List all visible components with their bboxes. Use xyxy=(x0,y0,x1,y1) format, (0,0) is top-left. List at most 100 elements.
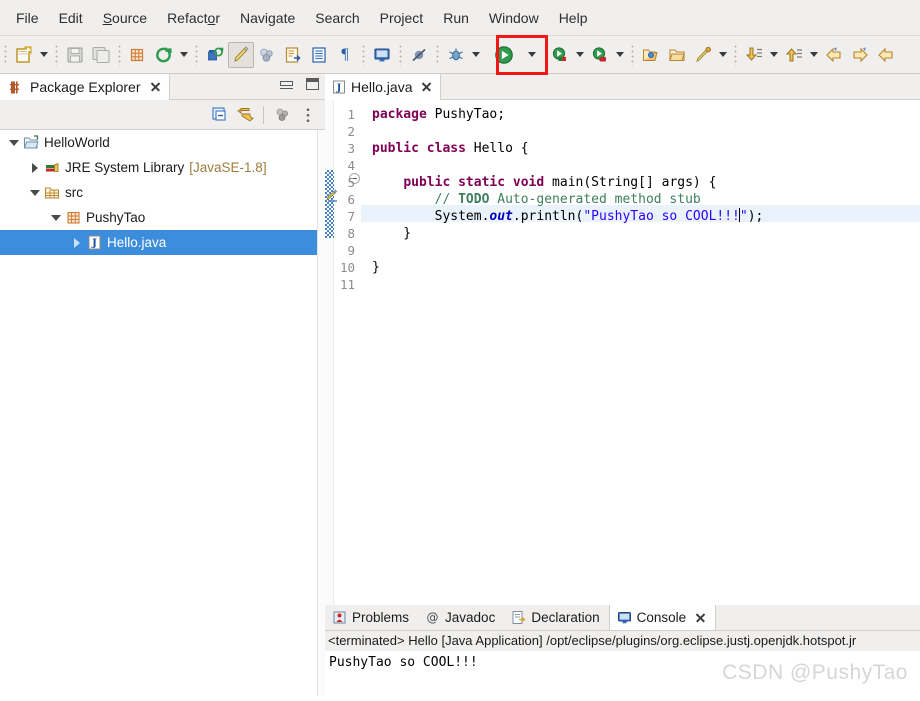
coverage-dropdown-icon[interactable] xyxy=(613,42,627,68)
new-java-project-icon[interactable] xyxy=(280,42,306,68)
remote-java-icon[interactable] xyxy=(369,42,395,68)
new-java-class-icon[interactable] xyxy=(151,42,177,68)
svg-text:J: J xyxy=(91,237,97,249)
code-text-area[interactable]: 1 package PushyTao; 2 3 public class Hello {… xyxy=(325,100,920,605)
code-line[interactable]: public static void main(String[] args) { xyxy=(372,174,716,191)
toolbar-separator xyxy=(118,43,121,66)
project-icon xyxy=(22,134,40,152)
chevron-down-icon[interactable] xyxy=(48,205,64,230)
debug-dropdown-icon[interactable] xyxy=(469,42,483,68)
open-type-icon[interactable] xyxy=(202,42,228,68)
svg-text:@: @ xyxy=(427,611,439,625)
chevron-right-icon[interactable] xyxy=(69,230,85,255)
tree-item-src[interactable]: src xyxy=(0,180,317,205)
chevron-down-icon[interactable] xyxy=(6,130,22,155)
tab-hello-java[interactable]: J Hello.java xyxy=(325,74,442,100)
menu-item-help[interactable]: Help xyxy=(549,6,598,30)
toggle-mark-occurrences-icon[interactable] xyxy=(228,41,254,68)
tree-item-hello-java[interactable]: J Hello.java xyxy=(0,230,317,255)
search-marker-icon[interactable] xyxy=(690,42,716,68)
tree-item-jre-system-library[interactable]: JRE System Library [JavaSE-1.8] xyxy=(0,155,317,180)
toolbar-separator xyxy=(631,43,634,66)
open-perspective-icon[interactable] xyxy=(638,42,664,68)
code-line[interactable]: package PushyTao; xyxy=(372,106,505,123)
line-number: 2 xyxy=(347,124,355,139)
menu-item-search[interactable]: Search xyxy=(305,6,369,30)
run-external-tools-icon[interactable] xyxy=(547,42,573,68)
chevron-down-icon[interactable] xyxy=(27,180,43,205)
close-icon[interactable] xyxy=(694,612,706,624)
code-line[interactable]: } xyxy=(372,225,411,242)
new-wizard-icon[interactable] xyxy=(11,42,37,68)
tab-declaration[interactable]: Declaration xyxy=(504,605,608,630)
code-line[interactable]: // TODO Auto-generated method stub xyxy=(372,191,701,208)
build-all-icon[interactable] xyxy=(254,42,280,68)
tab-javadoc[interactable]: @ Javadoc xyxy=(418,605,504,630)
view-overflow-icon[interactable] xyxy=(295,103,321,127)
menu-item-edit[interactable]: Edit xyxy=(49,6,93,30)
code-line[interactable]: public class Hello { xyxy=(372,140,529,157)
menu-item-file[interactable]: File xyxy=(6,6,49,30)
tab-package-explorer[interactable]: Package Explorer xyxy=(0,74,170,100)
new-java-package-icon[interactable] xyxy=(125,42,151,68)
toolbar-separator xyxy=(362,43,365,66)
line-number: 8 xyxy=(347,226,355,241)
toolbar-divider xyxy=(263,105,264,124)
minimize-icon[interactable] xyxy=(280,79,293,89)
new-java-class-dropdown-icon[interactable] xyxy=(177,42,191,68)
code-editor-view: J Hello.java 1 package PushyTao; 2 3 pub… xyxy=(325,74,920,605)
java-file-icon: J xyxy=(85,234,103,252)
view-menu-icon[interactable] xyxy=(269,103,295,127)
debug-icon[interactable] xyxy=(443,42,469,68)
pilcrow-icon[interactable]: ¶ xyxy=(332,42,358,68)
code-line[interactable]: System.out.println("PushyTao so COOL!!!"… xyxy=(372,208,763,225)
line-number: 1 xyxy=(347,107,355,122)
new-wizard-dropdown-icon[interactable] xyxy=(37,42,51,68)
last-edit-icon[interactable] xyxy=(873,42,899,68)
tab-console[interactable]: Console xyxy=(608,605,717,630)
close-icon[interactable] xyxy=(420,81,432,93)
skip-breakpoints-icon[interactable] xyxy=(406,42,432,68)
console-process-header: <terminated> Hello [Java Application] /o… xyxy=(325,631,920,651)
chevron-right-icon[interactable] xyxy=(27,155,43,180)
menu-item-source[interactable]: Source xyxy=(93,6,157,30)
save-all-icon[interactable] xyxy=(88,42,114,68)
maximize-icon[interactable] xyxy=(306,78,319,90)
tree-item-pushytao[interactable]: PushyTao xyxy=(0,205,317,230)
search-marker-dropdown-icon[interactable] xyxy=(716,42,730,68)
toolbar-separator xyxy=(195,43,198,66)
open-task-icon[interactable] xyxy=(306,42,332,68)
package-explorer-vertical-scrollbar[interactable] xyxy=(317,130,325,701)
coverage-icon[interactable] xyxy=(587,42,613,68)
previous-annotation-icon[interactable] xyxy=(781,42,807,68)
back-icon[interactable] xyxy=(821,42,847,68)
menu-item-project[interactable]: Project xyxy=(370,6,434,30)
menu-item-window[interactable]: Window xyxy=(479,6,549,30)
close-icon[interactable] xyxy=(149,81,161,93)
collapse-all-icon[interactable] xyxy=(206,103,232,127)
tree-item-helloworld[interactable]: HelloWorld xyxy=(0,130,317,155)
tab-problems[interactable]: Problems xyxy=(325,605,418,630)
tab-label: Javadoc xyxy=(445,610,496,625)
package-explorer-icon xyxy=(7,78,25,96)
menu-item-navigate[interactable]: Navigate xyxy=(230,6,305,30)
java-file-icon: J xyxy=(332,80,346,94)
tree-item-label: src xyxy=(65,185,83,200)
next-annotation-icon[interactable] xyxy=(741,42,767,68)
run-external-tools-dropdown-icon[interactable] xyxy=(573,42,587,68)
open-folder-icon[interactable] xyxy=(664,42,690,68)
menu-bar: File Edit Source Refactor Navigate Search Proj… xyxy=(0,0,920,36)
run-icon[interactable] xyxy=(491,42,517,68)
previous-annotation-dropdown-icon[interactable] xyxy=(807,42,821,68)
next-annotation-dropdown-icon[interactable] xyxy=(767,42,781,68)
run-dropdown-icon[interactable] xyxy=(525,42,539,68)
menu-item-refactor[interactable]: Refactor xyxy=(157,6,230,30)
save-icon[interactable] xyxy=(62,42,88,68)
menu-item-run[interactable]: Run xyxy=(433,6,479,30)
code-line[interactable]: } xyxy=(372,259,380,276)
forward-icon[interactable] xyxy=(847,42,873,68)
toolbar-separator xyxy=(399,43,402,66)
tab-label: Declaration xyxy=(531,610,600,625)
svg-text:J: J xyxy=(336,83,342,94)
link-with-editor-icon[interactable] xyxy=(232,103,258,127)
